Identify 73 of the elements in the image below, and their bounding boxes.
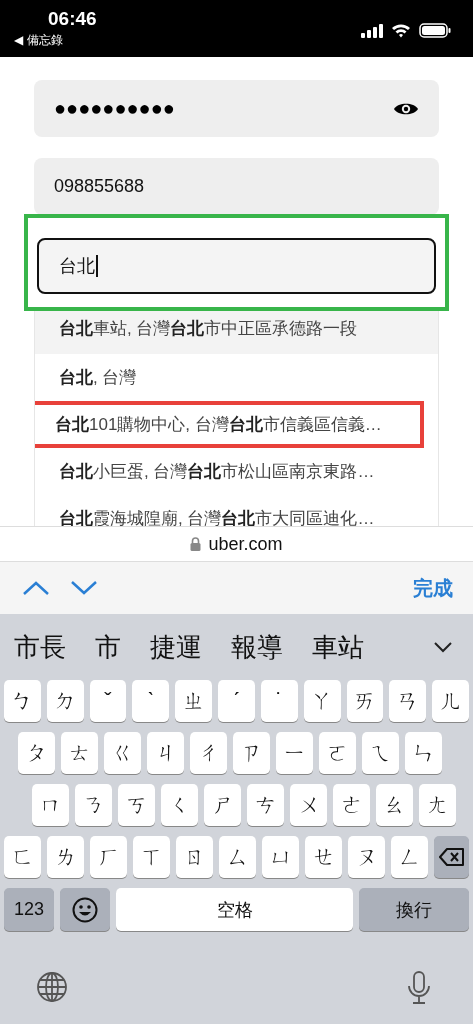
suggestion-item[interactable]: 台北小巨蛋, 台灣台北市松山區南京東路… — [35, 448, 438, 495]
key[interactable]: ˇ — [89, 680, 127, 722]
suggestion-item[interactable]: 台北101購物中心, 台灣台北市信義區信義… — [35, 401, 424, 448]
key[interactable]: ㄍ — [104, 732, 141, 774]
password-field[interactable]: ●●●●●●●●●● — [34, 80, 439, 137]
key[interactable]: ㄓ — [175, 680, 213, 722]
key[interactable]: ㄩ — [262, 836, 299, 878]
suggestion-item[interactable]: 台北車站, 台灣台北市中正區承德路一段 — [35, 311, 438, 354]
key[interactable]: ㄈ — [4, 836, 41, 878]
key[interactable]: ㄏ — [90, 836, 127, 878]
key[interactable]: ㄌ — [47, 836, 84, 878]
candidate-word[interactable]: 市長 — [14, 629, 66, 665]
key[interactable]: ㄜ — [333, 784, 370, 826]
candidate-word[interactable]: 報導 — [231, 629, 283, 665]
key[interactable]: ㄥ — [391, 836, 428, 878]
key[interactable]: ㄖ — [176, 836, 213, 878]
key[interactable]: ㄙ — [219, 836, 256, 878]
key[interactable]: ㄣ — [405, 732, 442, 774]
suggestion-item[interactable]: 台北, 台灣 — [35, 354, 438, 401]
key[interactable]: ㄇ — [32, 784, 69, 826]
key[interactable]: ㄟ — [362, 732, 399, 774]
key[interactable]: ㄡ — [348, 836, 385, 878]
microphone-icon[interactable] — [407, 971, 431, 1005]
emoji-key[interactable] — [60, 888, 110, 931]
key[interactable]: ㄗ — [233, 732, 270, 774]
clock-time: 06:46 — [48, 8, 97, 30]
candidate-word[interactable]: 捷運 — [150, 629, 202, 665]
key[interactable]: ㄉ — [46, 680, 84, 722]
key[interactable]: ㄞ — [346, 680, 384, 722]
return-key[interactable]: 換行 — [359, 888, 469, 931]
key[interactable]: ㄔ — [190, 732, 227, 774]
wifi-icon — [391, 23, 411, 38]
password-dots: ●●●●●●●●●● — [54, 97, 176, 120]
signal-icon — [361, 23, 383, 38]
key[interactable]: ㄚ — [303, 680, 341, 722]
key[interactable]: ㄧ — [276, 732, 313, 774]
phone-field[interactable]: 098855688 — [34, 158, 439, 215]
key[interactable]: ㄤ — [419, 784, 456, 826]
key[interactable]: ㄠ — [376, 784, 413, 826]
key[interactable]: ˊ — [218, 680, 255, 722]
globe-icon[interactable] — [36, 971, 68, 1003]
candidate-word[interactable]: 車站 — [312, 629, 364, 665]
key[interactable]: ㄨ — [290, 784, 327, 826]
lock-icon — [190, 537, 202, 551]
key[interactable]: ㄎ — [118, 784, 155, 826]
smiley-icon — [72, 896, 98, 923]
space-key[interactable]: 空格 — [116, 888, 353, 931]
key[interactable]: ㄛ — [319, 732, 356, 774]
key[interactable]: ㄐ — [147, 732, 184, 774]
done-button[interactable]: 完成 — [413, 574, 453, 602]
key[interactable]: ㄆ — [18, 732, 55, 774]
key[interactable]: ㄢ — [389, 680, 427, 722]
key[interactable]: ㄅ — [4, 680, 41, 722]
numbers-key[interactable]: 123 — [4, 888, 54, 931]
back-link[interactable]: ◀ 備忘錄 — [14, 32, 97, 49]
battery-icon — [419, 23, 451, 38]
text-cursor — [96, 255, 98, 277]
address-field[interactable]: 台北 — [37, 238, 436, 294]
key[interactable]: ㄦ — [432, 680, 469, 722]
key[interactable]: ㄑ — [161, 784, 198, 826]
backspace-icon — [438, 848, 465, 866]
key[interactable]: ㄕ — [204, 784, 241, 826]
key[interactable]: ˙ — [260, 680, 298, 722]
backspace-key[interactable] — [434, 836, 469, 878]
key[interactable]: ㄋ — [75, 784, 112, 826]
key[interactable]: ㄘ — [247, 784, 284, 826]
key[interactable]: ˋ — [132, 680, 170, 722]
key[interactable]: ㄒ — [133, 836, 170, 878]
chevron-icon[interactable] — [433, 641, 453, 653]
key[interactable]: ㄊ — [61, 732, 98, 774]
suggestion-item[interactable]: 台北霞海城隍廟, 台灣台北市大同區迪化… — [35, 495, 438, 526]
key[interactable]: ㄝ — [305, 836, 342, 878]
candidate-word[interactable]: 市 — [95, 629, 121, 665]
